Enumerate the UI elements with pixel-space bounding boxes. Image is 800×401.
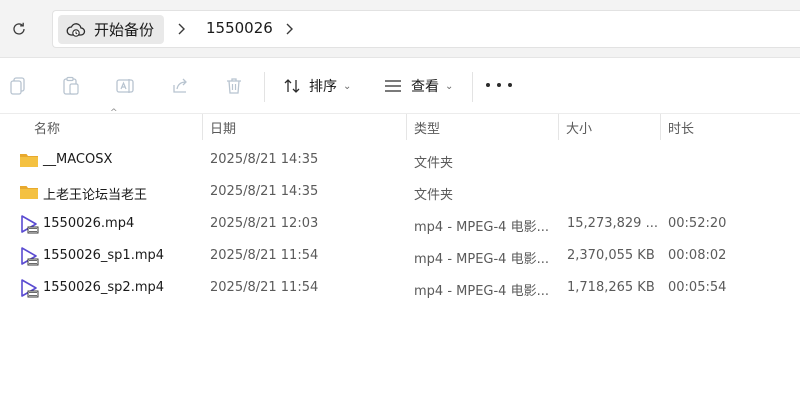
dot xyxy=(508,83,512,87)
file-date: 2025/8/21 14:35 xyxy=(210,152,319,167)
file-date: 2025/8/21 14:35 xyxy=(210,184,319,199)
chevron-down-icon: ⌄ xyxy=(343,80,352,92)
file-size: 15,273,829 ... xyxy=(567,216,658,231)
file-date: 2025/8/21 11:54 xyxy=(210,248,319,263)
folder-icon xyxy=(20,154,38,167)
file-type: mp4 - MPEG-4 电影... xyxy=(414,252,549,267)
file-row[interactable]: 1550026_sp2.mp4 2025/8/21 11:54 mp4 - MP… xyxy=(0,272,800,304)
file-date: 2025/8/21 12:03 xyxy=(210,216,319,231)
command-bar: 排序 ⌄ 查看 ⌄ xyxy=(0,58,800,114)
trash-icon xyxy=(227,78,241,94)
file-row[interactable]: 1550026.mp4 2025/8/21 12:03 mp4 - MPEG-4… xyxy=(0,208,800,240)
address-input[interactable] xyxy=(52,10,800,48)
file-type: mp4 - MPEG-4 电影... xyxy=(414,284,549,299)
sort-icon xyxy=(284,79,300,93)
video-file-icon xyxy=(21,279,39,298)
file-row[interactable]: 上老王论坛当老王 2025/8/21 14:35 文件夹 xyxy=(0,176,800,208)
column-divider[interactable] xyxy=(202,114,203,140)
file-duration: 00:05:54 xyxy=(668,280,727,295)
refresh-button[interactable] xyxy=(8,18,30,40)
view-label: 查看 xyxy=(411,79,439,95)
share-icon xyxy=(173,78,187,93)
chevron-down-icon: ⌄ xyxy=(445,80,454,92)
file-name: 1550026_sp2.mp4 xyxy=(43,280,165,295)
file-duration: 00:08:02 xyxy=(668,248,727,263)
folder-icon xyxy=(20,186,38,199)
chevron-right-icon[interactable] xyxy=(284,21,296,37)
toolbar-divider xyxy=(264,72,265,102)
file-name: 上老王论坛当老王 xyxy=(43,188,148,203)
address-bar-area: 开始备份 1550026 xyxy=(0,0,800,58)
column-header-size[interactable]: 大小 xyxy=(566,118,592,137)
paste-icon xyxy=(63,76,79,95)
file-row[interactable]: 1550026_sp1.mp4 2025/8/21 11:54 mp4 - MP… xyxy=(0,240,800,272)
dot xyxy=(486,83,490,87)
more-options-button[interactable] xyxy=(486,78,512,92)
video-file-icon xyxy=(21,247,39,266)
breadcrumb-folder[interactable]: 1550026 xyxy=(206,19,273,37)
column-header-type[interactable]: 类型 xyxy=(414,118,440,137)
video-file-icon xyxy=(21,215,39,234)
rename-icon xyxy=(116,79,134,93)
column-divider[interactable] xyxy=(558,114,559,140)
file-name: 1550026_sp1.mp4 xyxy=(43,248,165,263)
column-divider[interactable] xyxy=(660,114,661,140)
view-button[interactable]: 查看 ⌄ xyxy=(383,71,453,101)
sort-button[interactable]: 排序 ⌄ xyxy=(283,71,351,101)
column-divider[interactable] xyxy=(406,114,407,140)
chevron-right-icon[interactable] xyxy=(176,21,188,37)
column-header-name[interactable]: 名称 xyxy=(34,118,60,137)
file-size: 2,370,055 KB xyxy=(567,248,655,263)
column-header-duration[interactable]: 时长 xyxy=(668,118,694,137)
breadcrumb-home-label: 开始备份 xyxy=(94,21,155,39)
sort-label: 排序 xyxy=(309,79,337,95)
delete-button[interactable] xyxy=(223,75,245,97)
rename-button[interactable] xyxy=(114,75,136,97)
column-header-date[interactable]: 日期 xyxy=(210,118,236,137)
file-name: __MACOSX xyxy=(43,152,113,167)
cloud-backup-icon xyxy=(66,22,86,37)
file-type: 文件夹 xyxy=(414,188,454,203)
toolbar-divider xyxy=(472,72,473,102)
file-type: mp4 - MPEG-4 电影... xyxy=(414,220,549,235)
file-duration: 00:52:20 xyxy=(668,216,727,231)
share-button[interactable] xyxy=(170,75,192,97)
file-type: 文件夹 xyxy=(414,156,454,171)
file-date: 2025/8/21 11:54 xyxy=(210,280,319,295)
breadcrumb-home[interactable]: 开始备份 xyxy=(58,15,164,44)
file-name: 1550026.mp4 xyxy=(43,216,135,231)
view-list-icon xyxy=(385,80,401,92)
refresh-icon xyxy=(13,22,25,35)
dot xyxy=(497,83,501,87)
file-row[interactable]: __MACOSX 2025/8/21 14:35 文件夹 xyxy=(0,144,800,176)
copy-icon xyxy=(10,77,25,95)
paste-button[interactable] xyxy=(60,75,82,97)
column-header-row: ^ 名称 日期 类型 大小 时长 xyxy=(0,108,800,140)
sort-ascending-icon: ^ xyxy=(110,108,118,118)
copy-button[interactable] xyxy=(7,75,29,97)
file-size: 1,718,265 KB xyxy=(567,280,655,295)
